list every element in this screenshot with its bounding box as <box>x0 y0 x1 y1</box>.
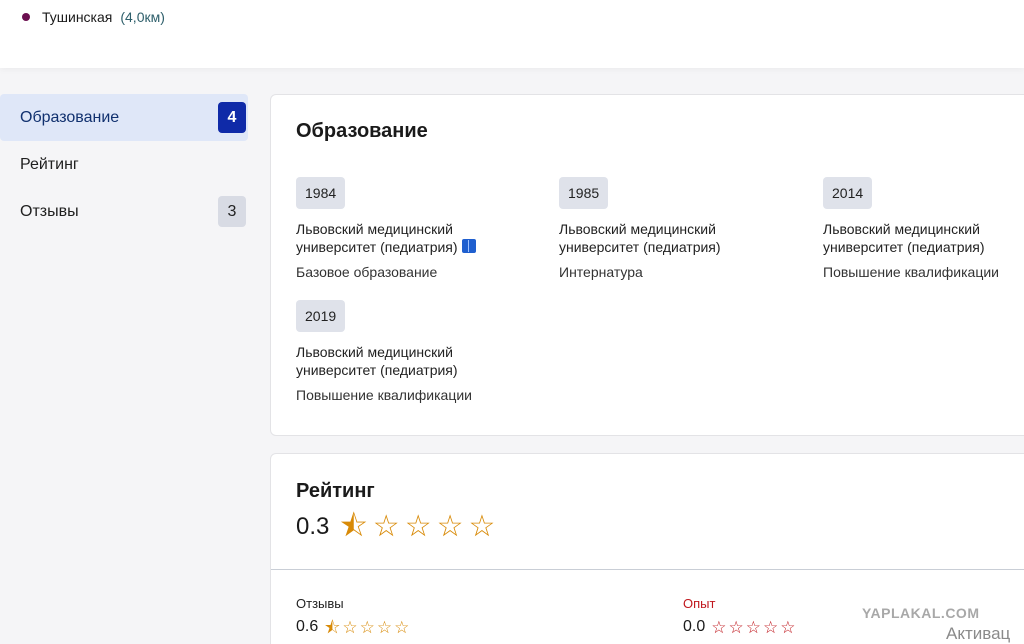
star-empty-icon: ☆ <box>468 510 496 543</box>
star-empty-icon: ☆ <box>436 510 464 543</box>
star-empty-icon: ☆ <box>372 510 400 543</box>
year-chip: 1984 <box>296 177 346 209</box>
education-item: 1984 Львовский медицинский университет (… <box>296 177 536 280</box>
star-empty-icon: ☆ <box>745 617 761 637</box>
star-empty-icon: ☆ <box>780 617 796 637</box>
experience-label: Опыт <box>683 596 716 611</box>
institution-name: Львовский медицинский университет (педиа… <box>559 221 721 255</box>
education-type: Повышение квалификации <box>296 387 472 403</box>
rating-value: 0.3 <box>296 513 330 540</box>
year-chip: 2019 <box>296 300 346 332</box>
reviews-label: Отзывы <box>296 596 344 611</box>
metro-distance: (4,0км) <box>120 9 165 25</box>
watermark: YAPLAKAL.COM <box>862 605 980 621</box>
education-type: Интернатура <box>559 264 643 280</box>
experience-value: 0.0 <box>683 618 706 635</box>
metro-station-name: Тушинская <box>42 9 113 25</box>
sidebar-nav: Образование 4 Рейтинг Отзывы 3 <box>0 94 248 235</box>
reviews-stars: ⯪ ☆ ☆ ☆ ☆ <box>324 619 411 636</box>
education-item: 2014 Львовский медицинский университет (… <box>823 177 1024 280</box>
star-empty-icon: ☆ <box>359 617 375 637</box>
rating-title: Рейтинг <box>296 480 375 502</box>
star-empty-icon: ☆ <box>404 510 432 543</box>
sidebar-item-label: Рейтинг <box>20 155 79 173</box>
count-badge: 4 <box>218 102 246 133</box>
institution-name: Львовский медицинский университет (педиа… <box>296 221 458 255</box>
education-card: Образование 1984 Львовский медицинский у… <box>270 94 1024 436</box>
activation-notice: Активац <box>946 624 1011 643</box>
star-empty-icon: ☆ <box>763 617 779 637</box>
year-chip: 2014 <box>823 177 873 209</box>
star-half-icon: ⯪ <box>324 617 341 637</box>
sidebar-item-rating[interactable]: Рейтинг <box>0 141 248 188</box>
reviews-value: 0.6 <box>296 618 319 635</box>
sidebar-item-reviews[interactable]: Отзывы 3 <box>0 188 248 235</box>
institution: Львовский медицинский университет (педиа… <box>296 220 536 256</box>
metro-station: Тушинская (4,0км) <box>22 9 165 25</box>
star-empty-icon: ☆ <box>376 617 393 637</box>
sidebar-item-education[interactable]: Образование 4 <box>0 94 248 141</box>
star-empty-icon: ☆ <box>728 617 744 637</box>
year-chip: 1985 <box>559 177 609 209</box>
education-title: Образование <box>296 120 428 142</box>
institution-name: Львовский медицинский университет (педиа… <box>296 344 458 378</box>
metro-dot-icon <box>22 13 30 21</box>
education-item: 1985 Львовский медицинский университет (… <box>559 177 799 280</box>
star-empty-icon: ☆ <box>711 617 727 637</box>
education-type: Базовое образование <box>296 264 438 280</box>
reviews-rating: Отзывы 0.6 ⯪ ☆ ☆ ☆ ☆ <box>296 596 411 636</box>
education-item: 2019 Львовский медицинский университет (… <box>296 300 536 403</box>
star-empty-icon: ☆ <box>394 617 410 637</box>
experience-rating: Опыт 0.0 ☆ ☆ ☆ ☆ ☆ <box>683 596 798 636</box>
sidebar-item-label: Отзывы <box>20 202 79 220</box>
education-type: Повышение квалификации <box>823 264 999 280</box>
sidebar-item-label: Образование <box>20 108 120 126</box>
rating-stars: ⯪ ☆ ☆ ☆ ☆ <box>339 512 500 542</box>
star-empty-icon: ☆ <box>342 617 358 637</box>
experience-stars: ☆ ☆ ☆ ☆ ☆ <box>711 619 797 636</box>
overall-rating: 0.3 ⯪ ☆ ☆ ☆ ☆ <box>296 512 500 542</box>
star-half-icon: ⯪ <box>339 510 368 543</box>
divider <box>271 569 1024 570</box>
institution-name: Львовский медицинский университет (педиа… <box>823 221 985 255</box>
count-badge: 3 <box>218 196 246 227</box>
header-panel: Тушинская (4,0км) <box>0 0 1024 68</box>
book-icon <box>461 239 476 253</box>
